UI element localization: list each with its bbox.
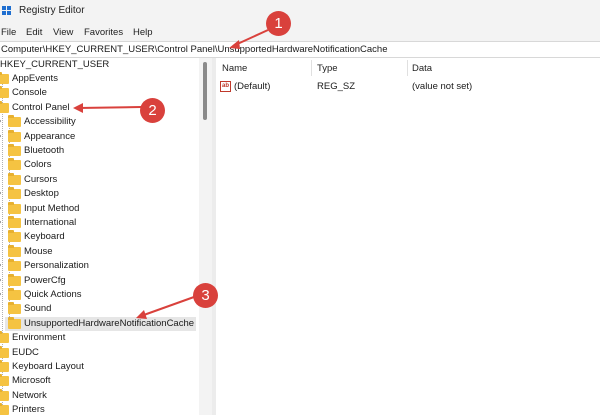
annotation-arrows: [73, 29, 269, 319]
arrowhead-icon: [229, 40, 240, 49]
annotation-arrow-3: [140, 296, 195, 317]
arrowhead-icon: [136, 310, 147, 319]
arrowhead-icon: [73, 103, 83, 113]
annotation-badge-2: 2: [140, 98, 165, 123]
annotation-arrow-2: [77, 106, 142, 109]
annotation-badge-1: 1: [266, 11, 291, 36]
annotation-badge-3: 3: [193, 283, 218, 308]
